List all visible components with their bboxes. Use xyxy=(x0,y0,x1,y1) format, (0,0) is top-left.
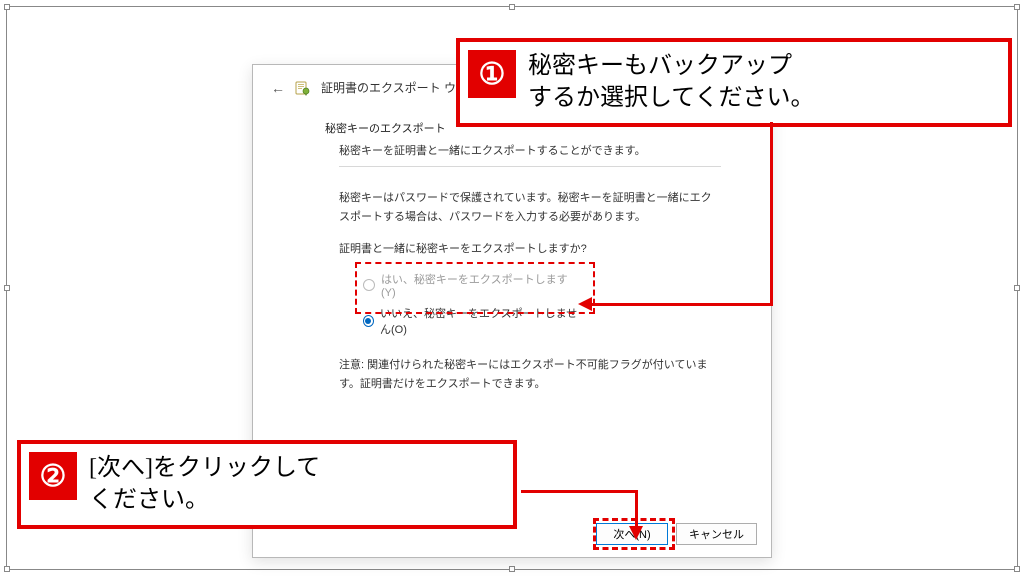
back-arrow-icon[interactable]: ← xyxy=(271,80,285,96)
annotation-arrow xyxy=(590,303,773,306)
section-subtitle: 秘密キーを証明書と一緒にエクスポートすることができます。 xyxy=(339,142,721,167)
annotation-arrow-head xyxy=(629,526,643,540)
radio-icon xyxy=(363,315,374,327)
callout-text: 秘密キーもバックアップ するか選択してください。 xyxy=(528,50,815,115)
radio-label: いいえ、秘密キーをエクスポートしません(O) xyxy=(380,305,581,337)
resize-handle xyxy=(4,4,10,10)
annotation-arrow-head xyxy=(578,297,592,311)
callout-number-badge: ① xyxy=(468,50,516,98)
resize-handle xyxy=(509,4,515,10)
resize-handle xyxy=(4,285,10,291)
resize-handle xyxy=(1014,285,1020,291)
wizard-body: 秘密キーのエクスポート 秘密キーを証明書と一緒にエクスポートすることができます。… xyxy=(253,102,771,394)
callout-number-badge: ② xyxy=(29,452,77,500)
radio-export-yes: はい、秘密キーをエクスポートします(Y) xyxy=(363,268,581,302)
radio-label: はい、秘密キーをエクスポートします(Y) xyxy=(381,271,581,299)
annotation-callout-2: ② [次へ]をクリックして ください。 xyxy=(17,440,517,529)
annotation-arrow xyxy=(770,122,773,305)
cancel-button[interactable]: キャンセル xyxy=(676,523,757,545)
annotation-arrow xyxy=(521,490,637,493)
annotation-callout-1: ① 秘密キーもバックアップ するか選択してください。 xyxy=(456,38,1012,127)
wizard-footer: 次へ(N) キャンセル xyxy=(596,523,757,545)
question-text: 証明書と一緒に秘密キーをエクスポートしますか? xyxy=(339,240,721,256)
radio-icon xyxy=(363,279,375,291)
resize-handle xyxy=(1014,4,1020,10)
callout-text: [次へ]をクリックして ください。 xyxy=(89,452,320,517)
certificate-icon xyxy=(295,80,311,96)
annotation-arrow xyxy=(635,490,638,528)
info-text: 秘密キーはパスワードで保護されています。秘密キーを証明書と一緒にエクスポートする… xyxy=(339,189,721,226)
resize-handle xyxy=(1014,566,1020,572)
radio-export-no[interactable]: いいえ、秘密キーをエクスポートしません(O) xyxy=(363,302,581,340)
resize-handle xyxy=(4,566,10,572)
note-text: 注意: 関連付けられた秘密キーにはエクスポート不可能フラグが付いています。証明書… xyxy=(339,356,721,393)
resize-handle xyxy=(509,566,515,572)
radio-group: はい、秘密キーをエクスポートします(Y) いいえ、秘密キーをエクスポートしません… xyxy=(359,262,589,346)
